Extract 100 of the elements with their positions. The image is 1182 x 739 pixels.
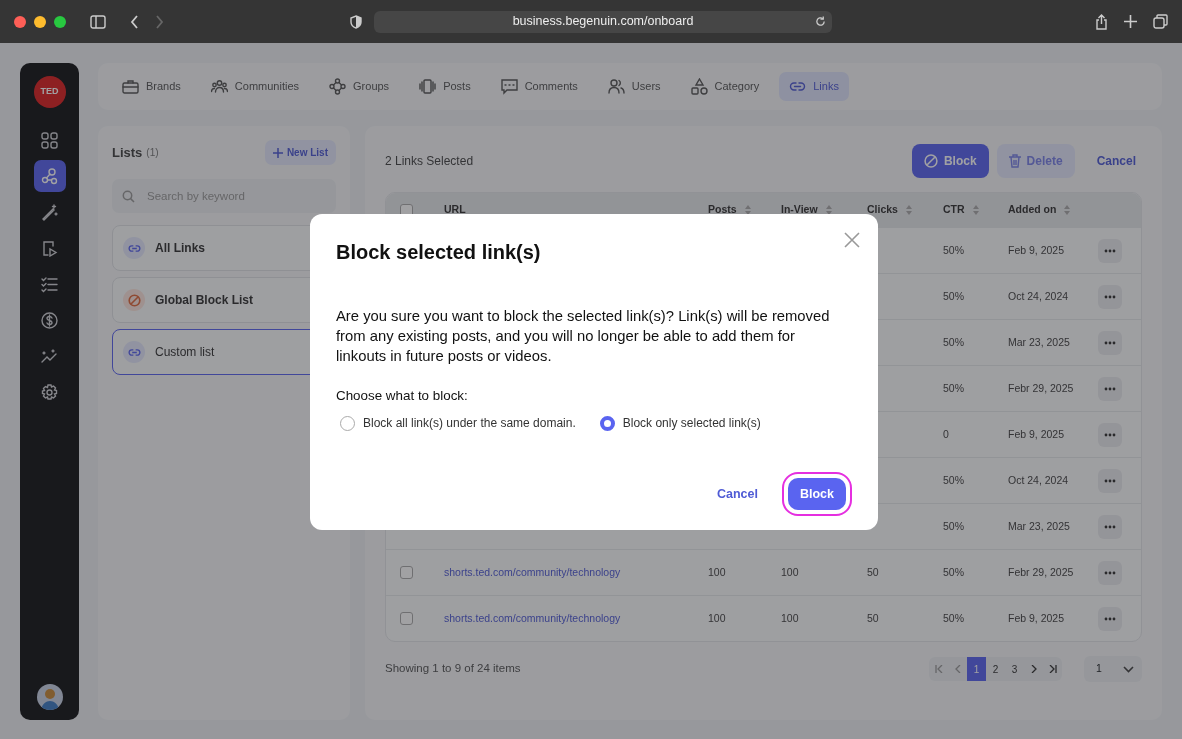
shield-icon: [350, 14, 362, 29]
more-icon: [1104, 386, 1116, 391]
page-button[interactable]: 2: [986, 657, 1005, 681]
share-icon[interactable]: [1095, 13, 1108, 30]
sidebar-icon[interactable]: [90, 14, 106, 29]
new-list-button[interactable]: New List: [264, 140, 336, 165]
nav-tab[interactable]: Posts: [409, 72, 481, 101]
choice-prompt: Choose what to block:: [336, 387, 469, 405]
table-cell: 50%: [943, 243, 964, 256]
next-page-icon: [1029, 665, 1038, 673]
settings-icon: [41, 383, 58, 401]
more-button[interactable]: [1098, 606, 1122, 631]
nav-tab[interactable]: Users: [597, 72, 671, 101]
last-page-icon: [1048, 665, 1057, 673]
close-icon[interactable]: [844, 232, 860, 248]
dollar-icon: [41, 311, 58, 329]
selection-count: 2 Links Selected: [385, 153, 474, 170]
logo[interactable]: TED: [33, 76, 66, 108]
more-button[interactable]: [1098, 422, 1122, 447]
panel-title: Lists: [112, 143, 143, 162]
more-icon: [1104, 478, 1116, 483]
table-cell: Mar 23, 2025: [1008, 519, 1070, 532]
column-header[interactable]: Clicks: [867, 202, 898, 218]
column-header[interactable]: URL: [444, 202, 466, 218]
more-icon: [1104, 340, 1116, 345]
url-link[interactable]: shorts.ted.com/community/technology: [444, 565, 621, 578]
search-icon: [122, 190, 135, 203]
chevron-down-icon: [1123, 665, 1134, 673]
checklist-icon: [41, 275, 58, 293]
page-button[interactable]: 1: [967, 657, 986, 681]
table-cell: Feb 9, 2025: [1008, 611, 1065, 624]
nav-tab[interactable]: Links: [779, 72, 849, 101]
url-link[interactable]: shorts.ted.com/community/technology: [444, 611, 621, 624]
sort-icon[interactable]: [825, 205, 832, 215]
back-icon[interactable]: [130, 14, 139, 29]
radio-option[interactable]: Block only selected link(s): [599, 414, 761, 433]
forward-icon[interactable]: [155, 14, 164, 29]
comment-icon: [500, 78, 518, 95]
row-checkbox[interactable]: [400, 566, 413, 579]
network-icon: [41, 167, 58, 185]
table-cell: 100: [781, 565, 799, 578]
more-icon: [1104, 570, 1116, 575]
avatar[interactable]: [36, 684, 63, 710]
carousel-icon: [419, 78, 437, 95]
previous-page-icon: [953, 665, 962, 673]
table-cell: 50%: [943, 519, 964, 532]
radio-option[interactable]: Block all link(s) under the same domain.: [340, 414, 576, 433]
magic-wand-icon: [41, 203, 58, 221]
column-header[interactable]: CTR: [943, 202, 965, 218]
more-button[interactable]: [1098, 284, 1122, 309]
more-button[interactable]: [1098, 238, 1122, 263]
page-button[interactable]: 3: [1005, 657, 1024, 681]
users-icon: [607, 78, 625, 95]
more-button[interactable]: [1098, 560, 1122, 585]
trend-icon: [41, 347, 58, 365]
column-header[interactable]: In-View: [781, 202, 818, 218]
more-icon: [1104, 294, 1116, 299]
row-checkbox[interactable]: [400, 612, 413, 625]
dialog-message: Are you sure you want to block the selected link(s)? Link(s) will be removed from any existing posts, and you will no longer be able to add them for linkouts in future posts or videos.: [336, 307, 831, 366]
table-cell: Febr 29, 2025: [1008, 381, 1074, 394]
plus-icon[interactable]: [1124, 15, 1137, 28]
table-cell: 50: [867, 565, 879, 578]
page-select[interactable]: 1: [1084, 656, 1142, 682]
more-icon: [1104, 248, 1116, 253]
table-cell: 50%: [943, 289, 964, 302]
dialog-title: Block selected link(s): [336, 240, 541, 264]
more-icon: [1104, 616, 1116, 621]
table-cell: 50%: [943, 565, 964, 578]
reload-icon[interactable]: [815, 16, 826, 27]
table-cell: 50%: [943, 473, 964, 486]
cancel-link[interactable]: Cancel: [1090, 151, 1142, 171]
more-button[interactable]: [1098, 514, 1122, 539]
more-button[interactable]: [1098, 376, 1122, 401]
blocked-icon: [923, 154, 938, 168]
table-cell: 50%: [943, 611, 964, 624]
nav-tab[interactable]: Comments: [490, 72, 588, 101]
list-count: (1): [146, 146, 159, 160]
tabs-icon[interactable]: [1153, 14, 1168, 29]
blocked-icon: [127, 293, 141, 307]
close-window-icon[interactable]: [14, 15, 26, 28]
nav-tab[interactable]: Brands: [112, 72, 191, 101]
table-cell: Oct 24, 2024: [1008, 289, 1069, 302]
video-file-icon: [41, 239, 58, 257]
cancel-button[interactable]: Cancel: [711, 483, 764, 505]
sort-icon[interactable]: [744, 205, 751, 215]
nav-tab[interactable]: Communities: [200, 72, 310, 101]
rail-button[interactable]: [33, 160, 66, 192]
zoom-window-icon[interactable]: [54, 15, 66, 28]
more-button[interactable]: [1098, 468, 1122, 493]
people-icon: [210, 78, 228, 95]
nav-tab[interactable]: Category: [680, 72, 770, 101]
table-cell: 100: [781, 611, 799, 624]
minimize-window-icon[interactable]: [34, 15, 46, 28]
block-button[interactable]: Block: [911, 144, 989, 178]
column-header[interactable]: Posts: [708, 202, 737, 218]
more-button[interactable]: [1098, 330, 1122, 355]
table-cell: 100: [708, 565, 726, 578]
column-header[interactable]: Added on: [1008, 202, 1057, 218]
table-cell: Feb 9, 2025: [1008, 243, 1065, 256]
nav-tab[interactable]: Groups: [319, 72, 400, 101]
